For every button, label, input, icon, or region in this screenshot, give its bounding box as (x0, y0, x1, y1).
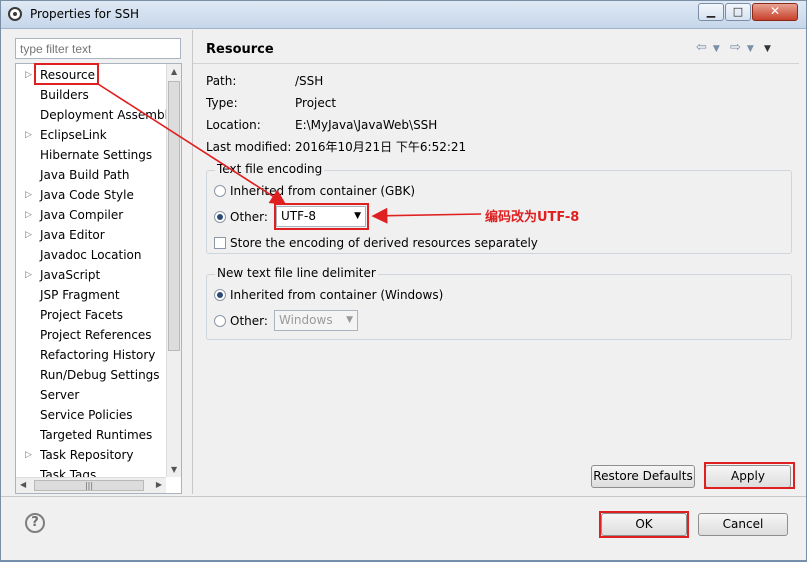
arrow-to-encoding (97, 83, 287, 205)
arrow-from-note (371, 207, 482, 224)
annotation-arrows (97, 83, 482, 224)
annotation-note: 编码改为UTF-8 (485, 210, 580, 225)
properties-dialog: Properties for SSH ▁ □ ✕ Task Tags▷Task … (0, 0, 807, 561)
